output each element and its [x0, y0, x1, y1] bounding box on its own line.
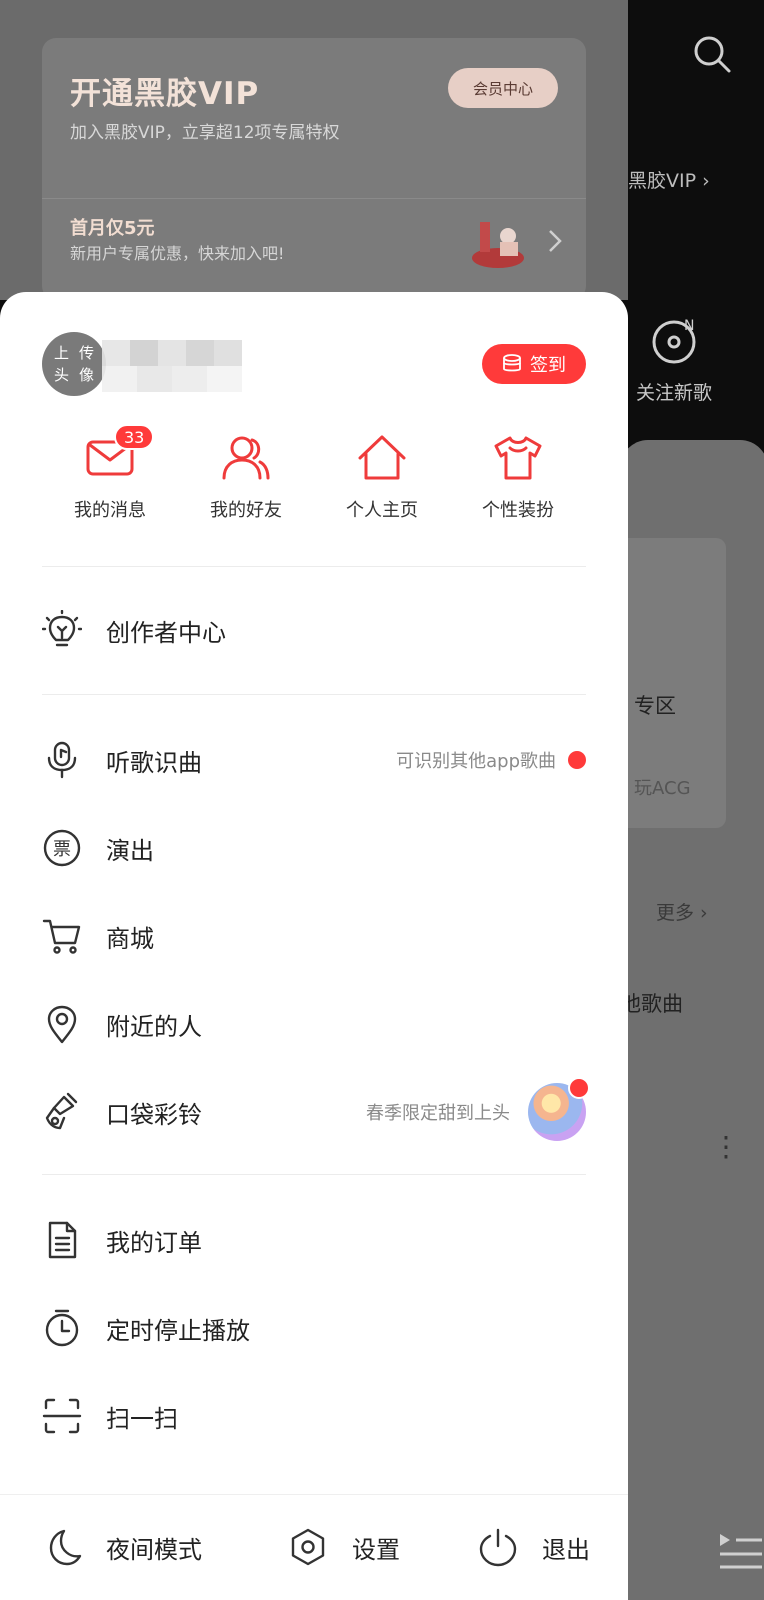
vip-card[interactable]: 开通黑胶VIP 加入黑胶VIP，立享超12项专属特权 会员中心 首月仅5元 新用… — [42, 38, 586, 300]
more-options-icon: ⋮ — [712, 1130, 740, 1163]
vip-divider — [42, 198, 586, 199]
search-icon — [694, 36, 731, 73]
song-recognition-note: 可识别其他app歌曲 — [396, 751, 556, 772]
ringtone-icon — [45, 1092, 78, 1130]
ringtone-promo-avatar — [528, 1077, 590, 1141]
quick-messages-label: 我的消息 — [74, 500, 146, 521]
quick-friends[interactable]: 我的好友 — [178, 432, 314, 532]
vip-subtitle: 加入黑胶VIP，立享超12项专属特权 — [70, 123, 340, 143]
background-zone-label: 专区 — [634, 694, 676, 718]
logout-button[interactable]: 退出 — [478, 1527, 590, 1567]
quick-homepage-label: 个人主页 — [346, 500, 418, 521]
menu-nearby-people[interactable]: 附近的人 — [42, 994, 586, 1054]
logout-label: 退出 — [542, 1535, 590, 1564]
background-vip-link: 黑胶VIP › — [628, 170, 710, 192]
menu-mall[interactable]: 商城 — [42, 906, 586, 966]
quick-actions: 33 我的消息 我的好友 个人主页 个性装扮 — [42, 424, 586, 532]
microphone-icon — [47, 741, 77, 779]
vip-promo-title: 首月仅5元 — [70, 218, 155, 239]
quick-homepage[interactable]: 个人主页 — [314, 432, 450, 532]
quick-friends-label: 我的好友 — [210, 500, 282, 521]
new-song-label: 关注新歌 — [636, 382, 713, 404]
quick-dressup[interactable]: 个性装扮 — [450, 432, 586, 532]
settings-button[interactable]: 设置 — [288, 1527, 400, 1567]
scan-icon — [42, 1398, 82, 1434]
menu-mall-label: 商城 — [106, 924, 154, 953]
settings-icon — [291, 1528, 325, 1566]
settings-label: 设置 — [352, 1535, 400, 1564]
moon-icon — [49, 1529, 82, 1566]
section-divider — [42, 566, 586, 567]
quick-messages[interactable]: 33 我的消息 — [42, 424, 178, 532]
avatar-text-line2: 头像 — [53, 366, 104, 384]
signin-label: 签到 — [530, 355, 566, 376]
timer-icon — [45, 1309, 79, 1347]
avatar[interactable]: 上传 头像 — [42, 332, 106, 396]
menu-nearby-people-label: 附近的人 — [106, 1012, 202, 1041]
location-pin-icon — [47, 1005, 77, 1044]
vip-promo-subtitle: 新用户专属优惠，快来加入吧! — [70, 244, 285, 263]
section-divider — [42, 1174, 586, 1175]
menu-pocket-ringtone-label: 口袋彩铃 — [106, 1100, 202, 1129]
menu-song-recognition[interactable]: 听歌识曲 可识别其他app歌曲 — [42, 730, 586, 790]
quick-dressup-label: 个性装扮 — [482, 500, 554, 521]
drawer-bottom-bar: 夜间模式 设置 退出 — [0, 1494, 628, 1600]
menu-shows-label: 演出 — [106, 836, 154, 865]
menu-song-recognition-label: 听歌识曲 — [106, 748, 202, 777]
notification-dot — [568, 751, 586, 769]
menu-shows[interactable]: 票 演出 — [42, 818, 586, 878]
background-card-area: 专区 玩ACG 更多 › 他歌曲 ⋮ — [590, 440, 764, 1600]
vip-promo-illustration — [472, 222, 524, 268]
avatar-text-line1: 上传 — [53, 344, 104, 362]
ringtone-note: 春季限定甜到上头 — [366, 1103, 510, 1124]
ticket-icon: 票 — [43, 829, 81, 867]
background-more-link: 更多 › — [656, 902, 708, 924]
menu-creator-center-label: 创作者中心 — [106, 618, 226, 647]
night-mode-label: 夜间模式 — [106, 1535, 202, 1564]
menu-scan[interactable]: 扫一扫 — [42, 1386, 586, 1446]
vip-section: 开通黑胶VIP 加入黑胶VIP，立享超12项专属特权 会员中心 首月仅5元 新用… — [0, 0, 628, 300]
message-count-badge: 33 — [114, 424, 155, 450]
vip-title: 开通黑胶VIP — [70, 76, 260, 112]
chevron-right-icon — [549, 230, 562, 252]
menu-sleep-timer-label: 定时停止播放 — [106, 1316, 250, 1345]
side-drawer: 上传 头像 签到 33 我的消息 我的好友 个人主页 个性装扮 创作者中心 听歌… — [0, 292, 628, 1600]
menu-creator-center[interactable]: 创作者中心 — [42, 600, 586, 660]
svg-text:N: N — [684, 318, 694, 334]
power-icon — [479, 1528, 517, 1567]
menu-sleep-timer[interactable]: 定时停止播放 — [42, 1298, 586, 1358]
new-song-icon: N — [652, 318, 696, 364]
coins-icon — [503, 354, 521, 372]
signin-button[interactable]: 签到 — [482, 344, 586, 384]
friends-icon — [222, 436, 270, 480]
playlist-icon — [720, 1534, 762, 1569]
tshirt-icon — [494, 436, 542, 480]
user-row: 上传 头像 签到 — [42, 332, 586, 396]
cart-icon — [42, 919, 81, 954]
background-other-songs: 他歌曲 — [620, 992, 683, 1016]
background-right-pane: 黑胶VIP › N 关注新歌 专区 玩ACG 更多 › 他歌曲 ⋮ — [590, 0, 764, 1600]
section-divider — [42, 694, 586, 695]
menu-my-orders[interactable]: 我的订单 — [42, 1210, 586, 1270]
home-icon — [358, 435, 406, 480]
svg-text:票: 票 — [53, 839, 71, 860]
menu-my-orders-label: 我的订单 — [106, 1228, 202, 1257]
lightbulb-icon — [42, 610, 82, 647]
night-mode-button[interactable]: 夜间模式 — [42, 1527, 202, 1567]
menu-pocket-ringtone[interactable]: 口袋彩铃 春季限定甜到上头 — [42, 1077, 590, 1142]
background-acg-label: 玩ACG — [634, 778, 691, 799]
username-blurred[interactable] — [102, 340, 242, 392]
menu-scan-label: 扫一扫 — [106, 1404, 178, 1433]
member-center-button[interactable]: 会员中心 — [448, 68, 558, 108]
document-icon — [48, 1221, 77, 1259]
